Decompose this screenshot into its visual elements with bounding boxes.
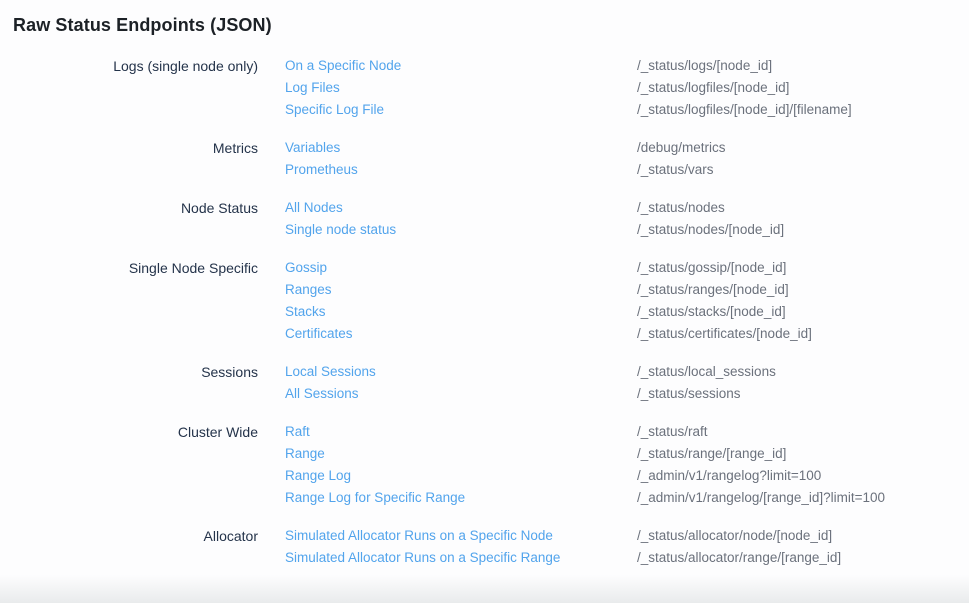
endpoint-row: Range Log /_admin/v1/rangelog?limit=100: [285, 465, 969, 487]
page-title: Raw Status Endpoints (JSON): [0, 0, 969, 36]
group-category: Sessions: [0, 361, 258, 383]
endpoint-path: /_status/certificates/[node_id]: [637, 323, 812, 345]
endpoint-link[interactable]: All Sessions: [285, 383, 637, 405]
endpoint-group: Sessions Local Sessions /_status/local_s…: [0, 361, 969, 405]
endpoint-row: Range Log for Specific Range /_admin/v1/…: [285, 487, 969, 509]
endpoint-path: /_status/logfiles/[node_id]: [637, 77, 789, 99]
endpoint-row: Ranges /_status/ranges/[node_id]: [285, 279, 969, 301]
endpoint-link[interactable]: Raft: [285, 421, 637, 443]
endpoint-link[interactable]: Single node status: [285, 219, 637, 241]
endpoint-row: Certificates /_status/certificates/[node…: [285, 323, 969, 345]
endpoint-link[interactable]: Prometheus: [285, 159, 637, 181]
endpoint-path: /_status/sessions: [637, 383, 741, 405]
endpoint-row: Raft /_status/raft: [285, 421, 969, 443]
footer-fade: [0, 575, 969, 603]
endpoint-row: On a Specific Node /_status/logs/[node_i…: [285, 55, 969, 77]
endpoint-row: Simulated Allocator Runs on a Specific N…: [285, 525, 969, 547]
endpoint-link[interactable]: Specific Log File: [285, 99, 637, 121]
group-rows: Gossip /_status/gossip/[node_id] Ranges …: [285, 257, 969, 345]
endpoint-groups: Logs (single node only) On a Specific No…: [0, 55, 969, 569]
endpoint-row: All Sessions /_status/sessions: [285, 383, 969, 405]
endpoint-row: Variables /debug/metrics: [285, 137, 969, 159]
endpoint-path: /_status/allocator/range/[range_id]: [637, 547, 841, 569]
endpoint-link[interactable]: Simulated Allocator Runs on a Specific N…: [285, 525, 637, 547]
endpoint-path: /_admin/v1/rangelog?limit=100: [637, 465, 821, 487]
endpoint-path: /_status/logfiles/[node_id]/[filename]: [637, 99, 852, 121]
endpoint-group: Node Status All Nodes /_status/nodes Sin…: [0, 197, 969, 241]
raw-status-endpoints-page: Raw Status Endpoints (JSON) Logs (single…: [0, 0, 969, 603]
group-category: Node Status: [0, 197, 258, 219]
endpoint-path: /_status/logs/[node_id]: [637, 55, 772, 77]
group-rows: Raft /_status/raft Range /_status/range/…: [285, 421, 969, 509]
endpoint-link[interactable]: Range Log: [285, 465, 637, 487]
endpoint-path: /_status/vars: [637, 159, 714, 181]
endpoint-row: Specific Log File /_status/logfiles/[nod…: [285, 99, 969, 121]
endpoint-group: Allocator Simulated Allocator Runs on a …: [0, 525, 969, 569]
endpoint-row: Gossip /_status/gossip/[node_id]: [285, 257, 969, 279]
endpoint-link[interactable]: Simulated Allocator Runs on a Specific R…: [285, 547, 637, 569]
endpoint-path: /debug/metrics: [637, 137, 726, 159]
endpoint-path: /_status/nodes: [637, 197, 725, 219]
endpoint-path: /_status/gossip/[node_id]: [637, 257, 786, 279]
endpoint-link[interactable]: Range Log for Specific Range: [285, 487, 637, 509]
group-rows: On a Specific Node /_status/logs/[node_i…: [285, 55, 969, 121]
group-rows: Variables /debug/metrics Prometheus /_st…: [285, 137, 969, 181]
endpoint-path: /_status/nodes/[node_id]: [637, 219, 784, 241]
endpoint-row: Prometheus /_status/vars: [285, 159, 969, 181]
endpoint-path: /_status/allocator/node/[node_id]: [637, 525, 832, 547]
group-rows: All Nodes /_status/nodes Single node sta…: [285, 197, 969, 241]
endpoint-path: /_status/ranges/[node_id]: [637, 279, 789, 301]
group-category: Allocator: [0, 525, 258, 547]
endpoint-link[interactable]: All Nodes: [285, 197, 637, 219]
endpoint-group: Single Node Specific Gossip /_status/gos…: [0, 257, 969, 345]
endpoint-link[interactable]: Certificates: [285, 323, 637, 345]
endpoint-path: /_status/raft: [637, 421, 708, 443]
endpoint-link[interactable]: Log Files: [285, 77, 637, 99]
group-category: Metrics: [0, 137, 258, 159]
endpoint-path: /_status/local_sessions: [637, 361, 776, 383]
endpoint-row: Log Files /_status/logfiles/[node_id]: [285, 77, 969, 99]
group-category: Single Node Specific: [0, 257, 258, 279]
endpoint-path: /_status/stacks/[node_id]: [637, 301, 786, 323]
endpoint-row: Local Sessions /_status/local_sessions: [285, 361, 969, 383]
group-rows: Local Sessions /_status/local_sessions A…: [285, 361, 969, 405]
endpoint-group: Cluster Wide Raft /_status/raft Range /_…: [0, 421, 969, 509]
endpoint-link[interactable]: Variables: [285, 137, 637, 159]
endpoint-group: Metrics Variables /debug/metrics Prometh…: [0, 137, 969, 181]
endpoint-row: Single node status /_status/nodes/[node_…: [285, 219, 969, 241]
endpoint-link[interactable]: On a Specific Node: [285, 55, 637, 77]
endpoint-link[interactable]: Range: [285, 443, 637, 465]
endpoint-row: All Nodes /_status/nodes: [285, 197, 969, 219]
endpoint-path: /_admin/v1/rangelog/[range_id]?limit=100: [637, 487, 885, 509]
endpoint-path: /_status/range/[range_id]: [637, 443, 786, 465]
endpoint-link[interactable]: Gossip: [285, 257, 637, 279]
endpoint-link[interactable]: Stacks: [285, 301, 637, 323]
endpoint-link[interactable]: Local Sessions: [285, 361, 637, 383]
endpoint-row: Range /_status/range/[range_id]: [285, 443, 969, 465]
group-category: Cluster Wide: [0, 421, 258, 443]
group-rows: Simulated Allocator Runs on a Specific N…: [285, 525, 969, 569]
group-category: Logs (single node only): [0, 55, 258, 77]
endpoint-link[interactable]: Ranges: [285, 279, 637, 301]
endpoint-row: Stacks /_status/stacks/[node_id]: [285, 301, 969, 323]
endpoint-row: Simulated Allocator Runs on a Specific R…: [285, 547, 969, 569]
endpoint-group: Logs (single node only) On a Specific No…: [0, 55, 969, 121]
